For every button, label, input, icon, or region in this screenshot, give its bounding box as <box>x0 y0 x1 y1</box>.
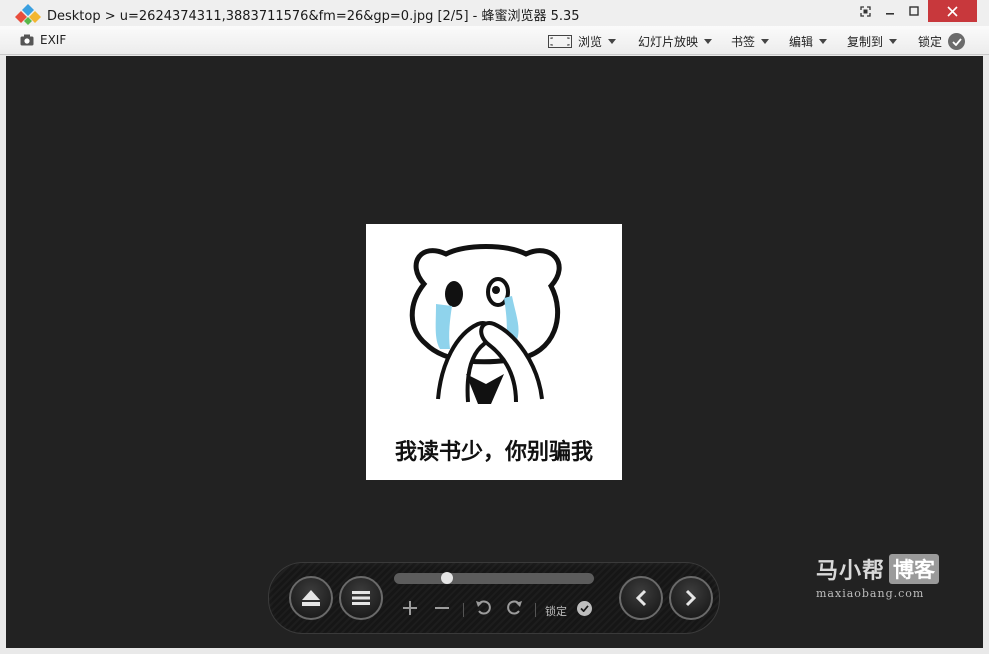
minimize-icon <box>886 13 894 15</box>
zoom-in-button[interactable] <box>403 599 417 620</box>
chevron-left-icon <box>635 589 647 607</box>
rotate-left-button[interactable] <box>475 599 491 620</box>
lock-label: 锁定 <box>918 35 943 49</box>
zoom-slider[interactable] <box>394 572 594 584</box>
zoom-out-button[interactable] <box>435 599 449 620</box>
rotate-left-icon <box>476 600 491 615</box>
app-window: Desktop > u=2624374311,3883711576&fm=26&… <box>0 0 989 654</box>
camera-icon <box>20 34 34 46</box>
copyto-label: 复制到 <box>847 35 884 49</box>
title-bar: Desktop > u=2624374311,3883711576&fm=26&… <box>0 0 989 26</box>
fullscreen-button[interactable] <box>852 0 878 22</box>
eject-icon <box>302 590 320 606</box>
chevron-down-icon <box>819 39 828 44</box>
exif-label: EXIF <box>40 33 67 47</box>
browse-menu[interactable]: 浏览 <box>548 33 617 50</box>
browse-label: 浏览 <box>578 35 603 49</box>
chevron-down-icon <box>608 39 617 44</box>
menu-icon <box>352 591 370 605</box>
minus-icon <box>435 607 449 609</box>
browse-icon <box>548 35 572 48</box>
bookmark-label: 书签 <box>731 35 756 49</box>
watermark: 马小帮 博客 maxiaobang.com <box>816 553 940 600</box>
close-icon <box>947 5 958 17</box>
slideshow-menu[interactable]: 幻灯片放映 <box>638 33 713 50</box>
chevron-down-icon <box>761 39 770 44</box>
control-bar: 锁定 <box>268 562 720 634</box>
zoom-slider-handle[interactable] <box>441 572 453 584</box>
control-separator <box>463 603 464 617</box>
chevron-down-icon <box>704 39 713 44</box>
lock-label[interactable]: 锁定 <box>545 603 567 619</box>
bookmark-menu[interactable]: 书签 <box>731 33 770 50</box>
edit-menu[interactable]: 编辑 <box>789 33 828 50</box>
app-logo-icon <box>15 4 41 25</box>
edit-label: 编辑 <box>789 35 814 49</box>
slideshow-label: 幻灯片放映 <box>638 35 699 49</box>
check-icon <box>948 33 966 50</box>
eject-button[interactable] <box>289 576 333 620</box>
lock-toggle[interactable]: 锁定 <box>918 33 966 50</box>
watermark-brand: 马小帮 <box>816 559 886 584</box>
crying-bear-illustration <box>409 244 562 404</box>
watermark-url: maxiaobang.com <box>816 587 925 600</box>
control-separator <box>535 603 536 617</box>
plus-icon <box>403 601 417 615</box>
next-button[interactable] <box>669 576 713 620</box>
fullscreen-icon <box>859 5 871 17</box>
rotate-right-button[interactable] <box>507 599 523 620</box>
image-viewer: 我读书少，你别骗我 马小帮 博客 maxiaobang.com 锁定 <box>6 56 983 648</box>
menu-button[interactable] <box>339 576 383 620</box>
chevron-right-icon <box>685 589 697 607</box>
minimize-button[interactable] <box>878 0 902 22</box>
maximize-button[interactable] <box>902 0 926 22</box>
previous-button[interactable] <box>619 576 663 620</box>
check-icon[interactable] <box>577 601 592 616</box>
exif-button[interactable]: EXIF <box>20 33 66 47</box>
close-button[interactable] <box>928 0 977 22</box>
image-caption: 我读书少，你别骗我 <box>394 440 593 465</box>
maximize-icon <box>909 6 919 16</box>
chevron-down-icon <box>889 39 898 44</box>
displayed-image: 我读书少，你别骗我 <box>366 224 622 480</box>
watermark-blog: 博客 <box>889 554 940 584</box>
rotate-right-icon <box>507 600 522 615</box>
window-title: Desktop > u=2624374311,3883711576&fm=26&… <box>47 9 580 24</box>
toolbar: EXIF 浏览 幻灯片放映 书签 编辑 复制到 锁定 <box>0 26 989 55</box>
copyto-menu[interactable]: 复制到 <box>847 33 898 50</box>
